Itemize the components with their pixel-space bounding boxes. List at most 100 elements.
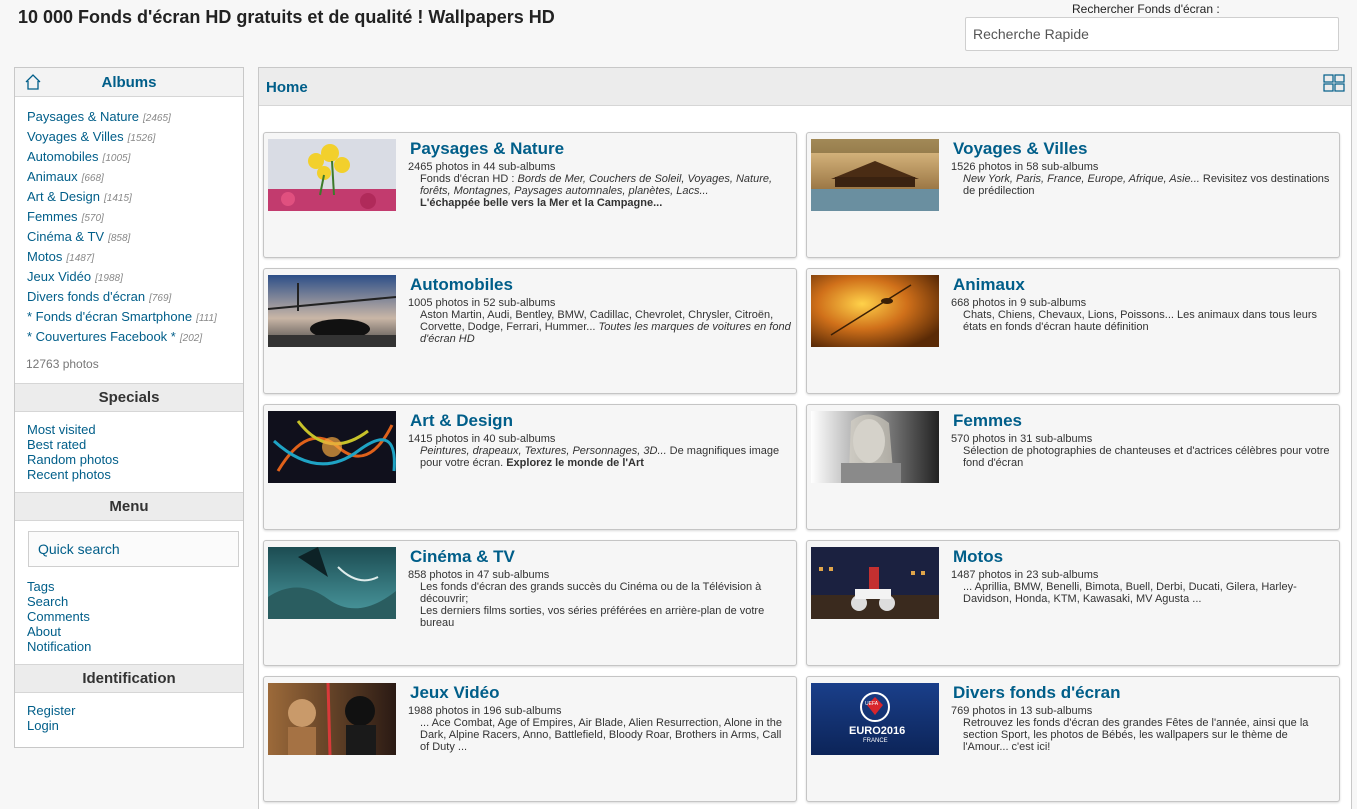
sidebar-category-item: Divers fonds d'écran [769] (27, 287, 243, 307)
sidebar-category-item: * Fonds d'écran Smartphone [111] (27, 307, 243, 327)
album-title[interactable]: Animaux (953, 275, 1025, 295)
specials-item[interactable]: Recent photos (27, 467, 243, 482)
album-card[interactable]: Cinéma & TV 858 photos in 47 sub-albums Le… (263, 540, 797, 666)
album-meta: 1526 photos in 58 sub-albums (951, 161, 1099, 173)
album-thumbnail[interactable] (811, 139, 939, 211)
album-title[interactable]: Jeux Vidéo (410, 683, 499, 703)
sidebar-category-item: * Couvertures Facebook * [202] (27, 327, 243, 347)
album-card[interactable]: Animaux 668 photos in 9 sub-albums Chats, … (806, 268, 1340, 394)
album-title[interactable]: Cinéma & TV (410, 547, 515, 567)
menu-item[interactable]: Search (27, 594, 243, 609)
album-thumbnail[interactable] (811, 275, 939, 347)
album-card[interactable]: Automobiles 1005 photos in 52 sub-albums A… (263, 268, 797, 394)
album-description: ... Ace Combat, Age of Empires, Air Blad… (420, 717, 792, 753)
album-title[interactable]: Voyages & Villes (953, 139, 1088, 159)
album-thumbnail[interactable] (268, 411, 396, 483)
sidebar-category-count: [858] (108, 233, 131, 244)
album-thumbnail[interactable]: UEFA EURO2016 FRANCE (811, 683, 939, 755)
sidebar-category-link[interactable]: Motos (27, 249, 62, 264)
sidebar-category-link[interactable]: Voyages & Villes (27, 129, 124, 144)
album-card[interactable]: Voyages & Villes 1526 photos in 58 sub-al… (806, 132, 1340, 258)
sidebar-category-link[interactable]: * Couvertures Facebook * (27, 329, 176, 344)
photo-total: 12763 photos (26, 357, 99, 371)
desc-text: Fonds d'écran HD : (420, 173, 518, 185)
sidebar-category-link[interactable]: * Fonds d'écran Smartphone (27, 309, 192, 324)
sidebar-category-item: Femmes [570] (27, 207, 243, 227)
grid-view-icon[interactable] (1323, 74, 1345, 92)
sidebar-category-link[interactable]: Divers fonds d'écran (27, 289, 145, 304)
album-title[interactable]: Divers fonds d'écran (953, 683, 1121, 703)
album-thumbnail[interactable] (268, 275, 396, 347)
album-title[interactable]: Paysages & Nature (410, 139, 564, 159)
album-thumbnail[interactable] (268, 139, 396, 211)
identification-item[interactable]: Register (27, 703, 243, 718)
sidebar-category-link[interactable]: Paysages & Nature (27, 109, 139, 124)
album-thumbnail[interactable] (268, 683, 396, 755)
search-input[interactable] (965, 17, 1339, 51)
album-description: Les fonds d'écran des grands succès du C… (420, 581, 792, 629)
sidebar-category-link[interactable]: Femmes (27, 209, 78, 224)
sidebar-category-item: Cinéma & TV [858] (27, 227, 243, 247)
desc-bold: Explorez le monde de l'Art (506, 457, 644, 469)
menu-item[interactable]: Tags (27, 579, 243, 594)
sidebar-category-count: [2465] (143, 113, 171, 124)
album-title[interactable]: Motos (953, 547, 1003, 567)
album-thumbnail[interactable] (268, 547, 396, 619)
albums-heading-label: Albums (101, 73, 157, 91)
desc-text: Retrouvez les fonds d'écran des grandes … (963, 717, 1309, 753)
album-description: New York, Paris, France, Europe, Afrique… (963, 173, 1335, 197)
sidebar-category-link[interactable]: Automobiles (27, 149, 99, 164)
album-meta: 1415 photos in 40 sub-albums (408, 433, 556, 445)
album-title[interactable]: Art & Design (410, 411, 513, 431)
album-thumbnail[interactable] (811, 547, 939, 619)
album-thumbnail[interactable] (811, 411, 939, 483)
album-card[interactable]: Art & Design 1415 photos in 40 sub-albums… (263, 404, 797, 530)
sidebar-category-item: Jeux Vidéo [1988] (27, 267, 243, 287)
album-card[interactable]: Motos 1487 photos in 23 sub-albums... Apr… (806, 540, 1340, 666)
menu-item[interactable]: Notification (27, 639, 243, 654)
search-label: Rechercher Fonds d'écran : (1072, 2, 1220, 16)
album-title[interactable]: Femmes (953, 411, 1022, 431)
thumb-badge-text: FRANCE (863, 738, 888, 744)
menu-item[interactable]: Comments (27, 609, 243, 624)
sidebar-category-link[interactable]: Art & Design (27, 189, 100, 204)
sidebar-category-item: Voyages & Villes [1526] (27, 127, 243, 147)
sidebar-category-link[interactable]: Jeux Vidéo (27, 269, 91, 284)
menu-item[interactable]: About (27, 624, 243, 639)
album-meta: 1005 photos in 52 sub-albums (408, 297, 556, 309)
quick-search-button[interactable]: Quick search (28, 531, 239, 567)
sidebar-category-count: [769] (149, 293, 172, 304)
sidebar-category-item: Paysages & Nature [2465] (27, 107, 243, 127)
sidebar-category-count: [1526] (127, 133, 156, 144)
album-meta: 858 photos in 47 sub-albums (408, 569, 550, 581)
album-card[interactable]: Paysages & Nature 2465 photos in 44 sub-a… (263, 132, 797, 258)
breadcrumb-home[interactable]: Home (266, 79, 308, 96)
album-card[interactable]: Femmes 570 photos in 31 sub-albums Sélecti… (806, 404, 1340, 530)
specials-item[interactable]: Random photos (27, 452, 243, 467)
specials-item[interactable]: Most visited (27, 422, 243, 437)
main-header: Home (259, 68, 1351, 106)
sidebar-category-item: Art & Design [1415] (27, 187, 243, 207)
site-title: 10 000 Fonds d'écran HD gratuits et de q… (18, 7, 555, 27)
thumb-badge-text: UEFA (865, 701, 879, 707)
sidebar-category-link[interactable]: Animaux (27, 169, 78, 184)
album-card[interactable]: UEFA EURO2016 FRANCE Divers fonds d'écran 76… (806, 676, 1340, 802)
desc-text: Sélection de photographies de chanteuses… (963, 445, 1330, 469)
album-meta: 1487 photos in 23 sub-albums (951, 569, 1099, 581)
identification-item[interactable]: Login (27, 718, 243, 733)
sidebar-category-link[interactable]: Cinéma & TV (27, 229, 104, 244)
specials-item[interactable]: Best rated (27, 437, 243, 452)
desc-italic: New York, Paris, France, Europe, Afrique… (963, 173, 1200, 185)
album-description: ... Aprillia, BMW, Benelli, Bimota, Buel… (963, 581, 1335, 605)
album-description: Aston Martin, Audi, Bentley, BMW, Cadill… (420, 309, 792, 345)
album-description: Chats, Chiens, Chevaux, Lions, Poissons.… (963, 309, 1335, 333)
sidebar-category-count: [1487] (66, 253, 95, 264)
album-title[interactable]: Automobiles (410, 275, 513, 295)
desc-bold: L'échappée belle vers la Mer et la Campa… (420, 197, 663, 209)
home-icon[interactable] (24, 73, 42, 91)
album-card[interactable]: Jeux Vidéo 1988 photos in 196 sub-albums.… (263, 676, 797, 802)
sidebar-category-count: [202] (179, 333, 203, 344)
album-meta: 2465 photos in 44 sub-albums (408, 161, 556, 173)
albums-heading[interactable]: Albums (15, 68, 243, 97)
desc-text: Chats, Chiens, Chevaux, Lions, Poissons.… (963, 309, 1318, 333)
